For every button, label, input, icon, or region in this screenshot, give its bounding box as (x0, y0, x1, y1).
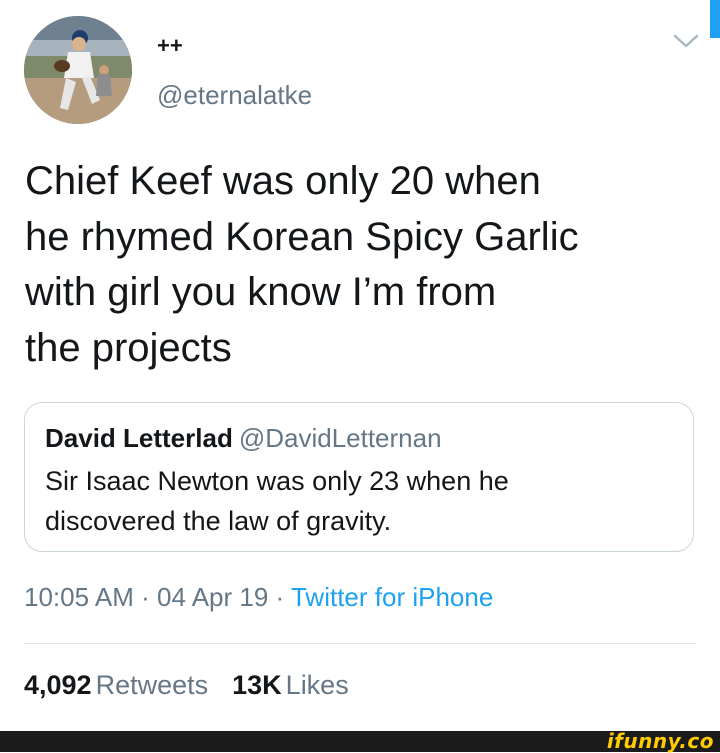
retweets-label[interactable]: Retweets (96, 670, 209, 700)
quoted-tweet-text: Sir Isaac Newton was only 23 when he dis… (45, 461, 665, 541)
tweet-text-line: he rhymed Korean Spicy Garlic (25, 214, 579, 259)
quoted-author-handle: @DavidLetternan (238, 423, 442, 453)
tweet-metadata: 10:05 AM · 04 Apr 19 · Twitter for iPhon… (24, 582, 493, 613)
tweet-source-link[interactable]: Twitter for iPhone (291, 582, 493, 612)
quoted-text-line: discovered the law of gravity. (45, 506, 392, 536)
quoted-tweet-card[interactable]: David Letterlad @DavidLetternan Sir Isaac… (24, 402, 694, 552)
tweet-text-line: the projects (25, 325, 232, 370)
scroll-indicator (710, 0, 720, 38)
display-name[interactable]: ++ (157, 33, 183, 59)
tweet-date: 04 Apr 19 (157, 582, 269, 612)
quoted-tweet-header: David Letterlad @DavidLetternan (45, 423, 442, 454)
ifunny-watermark-logo: ifunny.co (606, 729, 714, 753)
quoted-author-name: David Letterlad (45, 423, 233, 453)
tweet-text-line: Chief Keef was only 20 when (25, 159, 541, 203)
engagement-stats: 4,092 Retweets 13K Likes (24, 670, 349, 701)
chevron-down-icon[interactable] (672, 30, 700, 52)
likes-count[interactable]: 13K (232, 670, 282, 700)
retweets-count[interactable]: 4,092 (24, 670, 92, 700)
avatar[interactable] (24, 16, 132, 124)
separator-dot: · (141, 582, 150, 612)
divider (24, 643, 696, 644)
user-handle[interactable]: @eternalatke (157, 80, 312, 111)
separator-dot: · (275, 582, 285, 612)
likes-label[interactable]: Likes (286, 670, 349, 700)
tweet-text-line: with girl you know I’m from (25, 270, 497, 314)
baseball-player-photo (24, 16, 132, 124)
tweet-text: Chief Keef was only 20 when he rhymed Ko… (25, 154, 665, 376)
quoted-text-line: Sir Isaac Newton was only 23 when he (45, 466, 509, 496)
watermark-bar: ifunny.co (0, 731, 720, 752)
tweet-time: 10:05 AM (24, 582, 134, 612)
